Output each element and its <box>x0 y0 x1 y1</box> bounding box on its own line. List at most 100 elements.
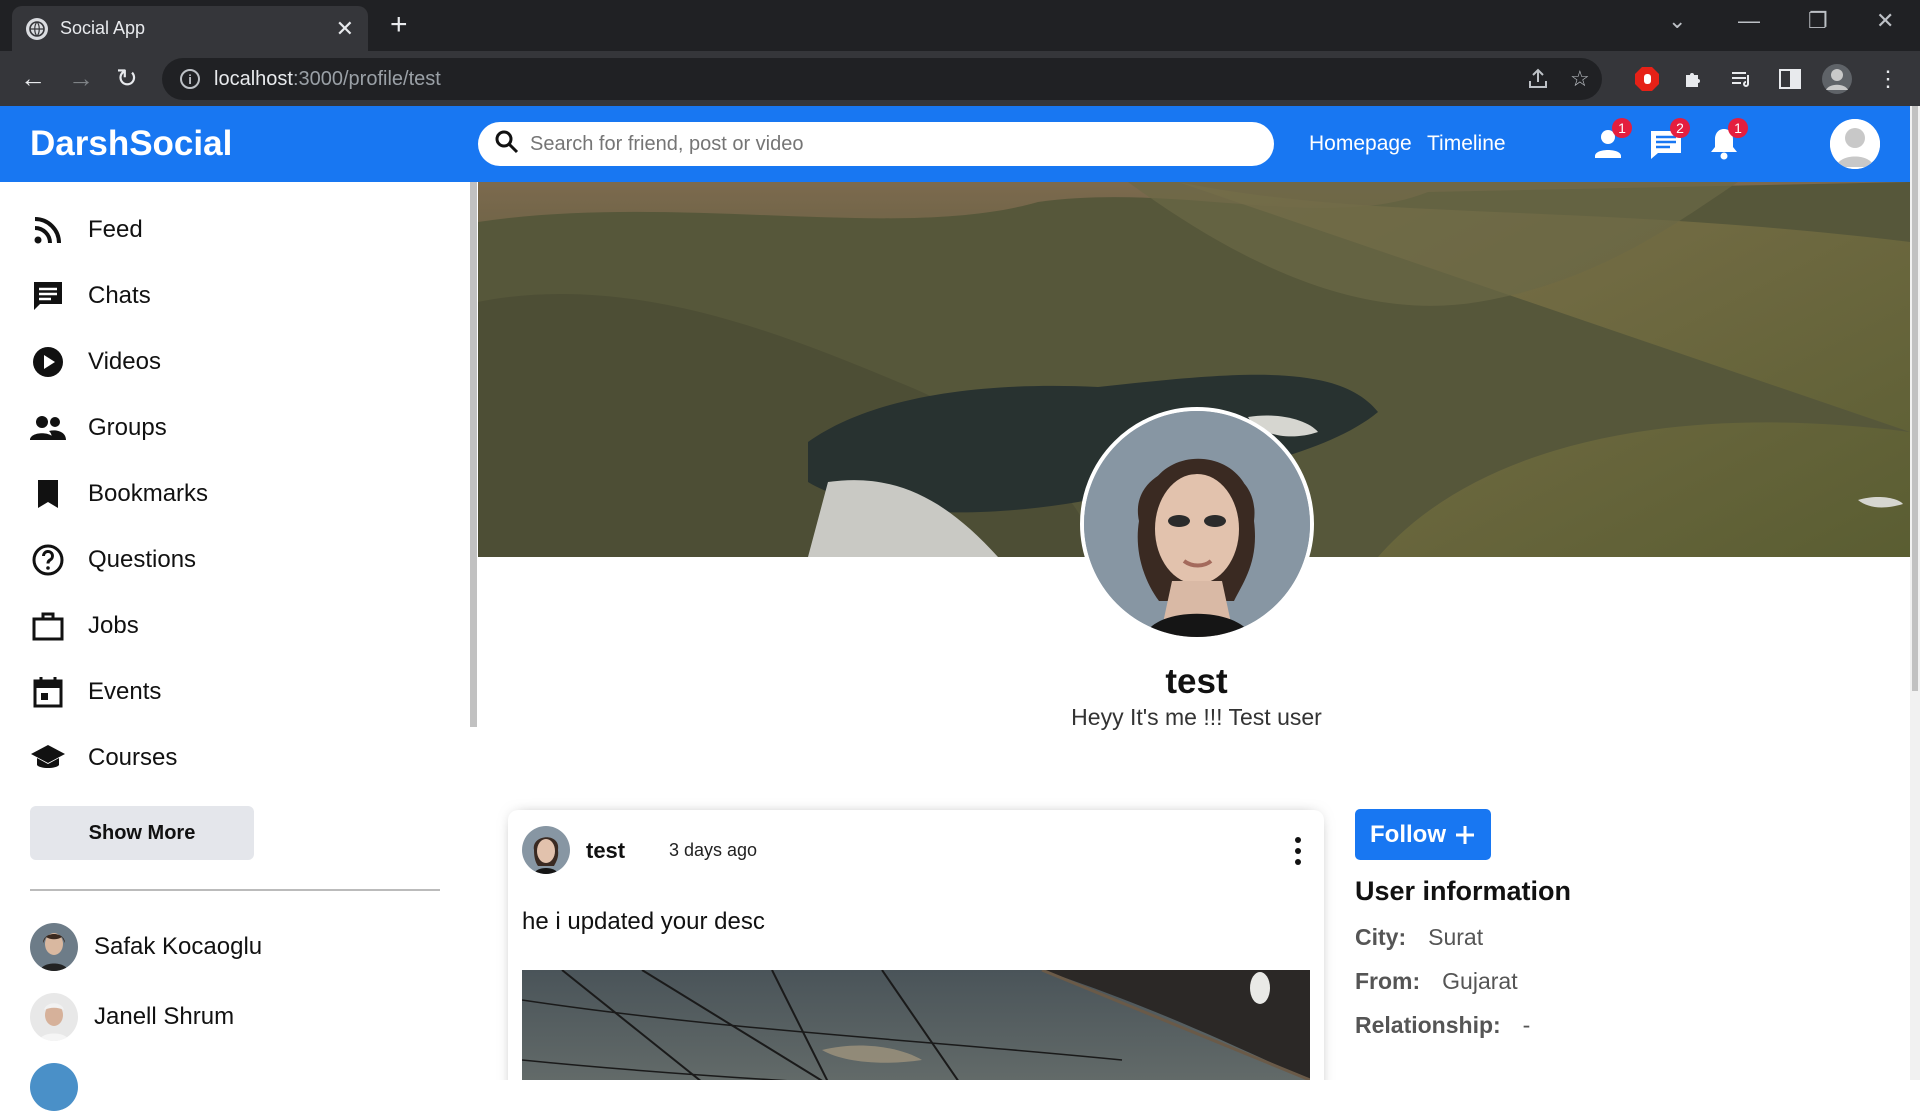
site-info-icon[interactable]: i <box>180 69 200 89</box>
friend-requests-badge: 1 <box>1612 118 1632 138</box>
sidebar-item-label: Questions <box>88 546 197 573</box>
profile-main: test Heyy It's me !!! Test user test 3 d… <box>478 182 1910 1080</box>
post-author-avatar[interactable] <box>522 826 570 874</box>
close-window-icon[interactable]: ✕ <box>1876 8 1894 34</box>
media-queue-icon[interactable] <box>1726 64 1756 94</box>
browser-toolbar: ← → ↻ i localhost:3000/profile/test ☆ ⋮ <box>0 51 1920 106</box>
messages-button[interactable]: 2 <box>1646 118 1690 164</box>
briefcase-icon <box>30 608 66 644</box>
info-row-city: City: Surat <box>1355 924 1483 951</box>
globe-icon <box>26 17 48 40</box>
friend-list-item[interactable] <box>30 1062 94 1112</box>
close-tab-icon[interactable]: ✕ <box>336 17 354 40</box>
homepage-link[interactable]: Homepage <box>1309 132 1412 156</box>
help-circle-icon <box>30 542 66 578</box>
search-input[interactable] <box>530 132 1274 156</box>
profile-name: test <box>1165 662 1228 701</box>
extensions-puzzle-icon[interactable] <box>1679 64 1709 94</box>
notifications-button[interactable]: 1 <box>1704 118 1748 164</box>
friend-avatar <box>30 923 78 971</box>
group-icon <box>30 410 66 446</box>
info-value: Gujarat <box>1442 968 1518 994</box>
page-scrollbar-thumb[interactable] <box>1912 106 1918 691</box>
tab-search-icon[interactable]: ⌄ <box>1668 8 1686 34</box>
profile-description: Heyy It's me !!! Test user <box>1071 704 1322 730</box>
calendar-icon <box>30 674 66 710</box>
sidebar-item-label: Courses <box>88 744 178 771</box>
info-key: From: <box>1355 968 1421 994</box>
extension-stop-icon[interactable] <box>1632 64 1662 94</box>
reload-icon[interactable]: ↻ <box>116 63 138 93</box>
app-logo[interactable]: DarshSocial <box>30 124 232 164</box>
rss-feed-icon <box>30 212 66 248</box>
back-icon[interactable]: ← <box>20 63 46 93</box>
sidebar-item-jobs[interactable]: Jobs <box>30 606 139 646</box>
friend-list-item[interactable]: Janell Shrum <box>30 992 234 1042</box>
info-value: - <box>1522 1012 1531 1038</box>
tab-title: Social App <box>60 18 146 38</box>
browser-profile-avatar[interactable] <box>1822 64 1852 94</box>
messages-badge: 2 <box>1670 118 1690 138</box>
sidebar-item-questions[interactable]: Questions <box>30 540 196 580</box>
sidebar-item-videos[interactable]: Videos <box>30 342 161 382</box>
page-scrollbar[interactable] <box>1910 106 1920 1080</box>
info-key: City: <box>1355 924 1407 950</box>
sidebar-item-bookmarks[interactable]: Bookmarks <box>30 474 208 514</box>
sidebar-scrollbar[interactable] <box>470 182 477 727</box>
bell-icon <box>1704 129 1744 168</box>
profile-picture[interactable] <box>1080 407 1314 641</box>
follow-button[interactable]: Follow <box>1355 809 1491 860</box>
sidebar-item-chats[interactable]: Chats <box>30 276 151 316</box>
school-icon <box>30 740 66 776</box>
sidebar-item-label: Jobs <box>88 612 139 639</box>
sidebar-item-label: Bookmarks <box>88 480 209 507</box>
post-card: test 3 days ago he i updated your desc <box>508 810 1324 1080</box>
user-avatar[interactable] <box>1830 119 1880 169</box>
info-row-from: From: Gujarat <box>1355 968 1518 995</box>
post-date: 3 days ago <box>669 840 758 860</box>
sidebar-item-courses[interactable]: Courses <box>30 738 177 778</box>
friend-requests-button[interactable]: 1 <box>1588 118 1632 164</box>
sidebar-item-groups[interactable]: Groups <box>30 408 167 448</box>
app-topbar: DarshSocial Homepage Timeline 1 2 1 <box>0 106 1910 182</box>
notifications-badge: 1 <box>1728 118 1748 138</box>
info-row-relationship: Relationship: - <box>1355 1012 1530 1039</box>
more-vert-icon[interactable] <box>1288 834 1308 868</box>
bookmark-icon <box>30 476 66 512</box>
url-path: :3000/profile/test <box>292 67 441 90</box>
bookmark-star-icon[interactable]: ☆ <box>1570 58 1590 100</box>
share-icon[interactable] <box>1526 58 1550 100</box>
post-text: he i updated your desc <box>522 908 765 935</box>
friend-avatar <box>30 1063 78 1111</box>
chat-icon <box>1646 131 1686 168</box>
timeline-link[interactable]: Timeline <box>1427 132 1506 156</box>
search-icon <box>494 129 520 160</box>
play-circle-icon <box>30 344 66 380</box>
side-panel-icon[interactable] <box>1775 64 1805 94</box>
browser-tab[interactable]: Social App ✕ <box>12 6 368 51</box>
person-icon <box>1588 130 1628 168</box>
sidebar-item-label: Groups <box>88 414 167 441</box>
browser-menu-icon[interactable]: ⋮ <box>1873 64 1903 94</box>
sidebar-item-events[interactable]: Events <box>30 672 161 712</box>
restore-icon[interactable]: ❐ <box>1808 8 1828 34</box>
friend-name: Janell Shrum <box>94 1003 235 1030</box>
sidebar-item-label: Chats <box>88 282 151 309</box>
browser-tab-strip: Social App ✕ + ⌄ — ❐ ✕ <box>0 0 1920 51</box>
search-bar[interactable] <box>478 122 1274 166</box>
minimize-icon[interactable]: — <box>1738 8 1760 34</box>
show-more-button[interactable]: Show More <box>30 806 254 860</box>
new-tab-icon[interactable]: + <box>390 10 408 40</box>
sidebar-item-feed[interactable]: Feed <box>30 210 143 250</box>
friend-avatar <box>30 993 78 1041</box>
sidebar-item-label: Events <box>88 678 162 705</box>
friend-name: Safak Kocaoglu <box>94 933 263 960</box>
address-bar[interactable]: i localhost:3000/profile/test ☆ <box>162 58 1602 100</box>
friend-list-item[interactable]: Safak Kocaoglu <box>30 922 262 972</box>
forward-icon[interactable]: → <box>68 63 94 93</box>
url-host: localhost <box>214 67 293 90</box>
post-username[interactable]: test <box>586 838 625 864</box>
user-information-title: User information <box>1355 876 1572 906</box>
post-image[interactable] <box>522 970 1310 1080</box>
follow-label: Follow <box>1370 820 1446 848</box>
